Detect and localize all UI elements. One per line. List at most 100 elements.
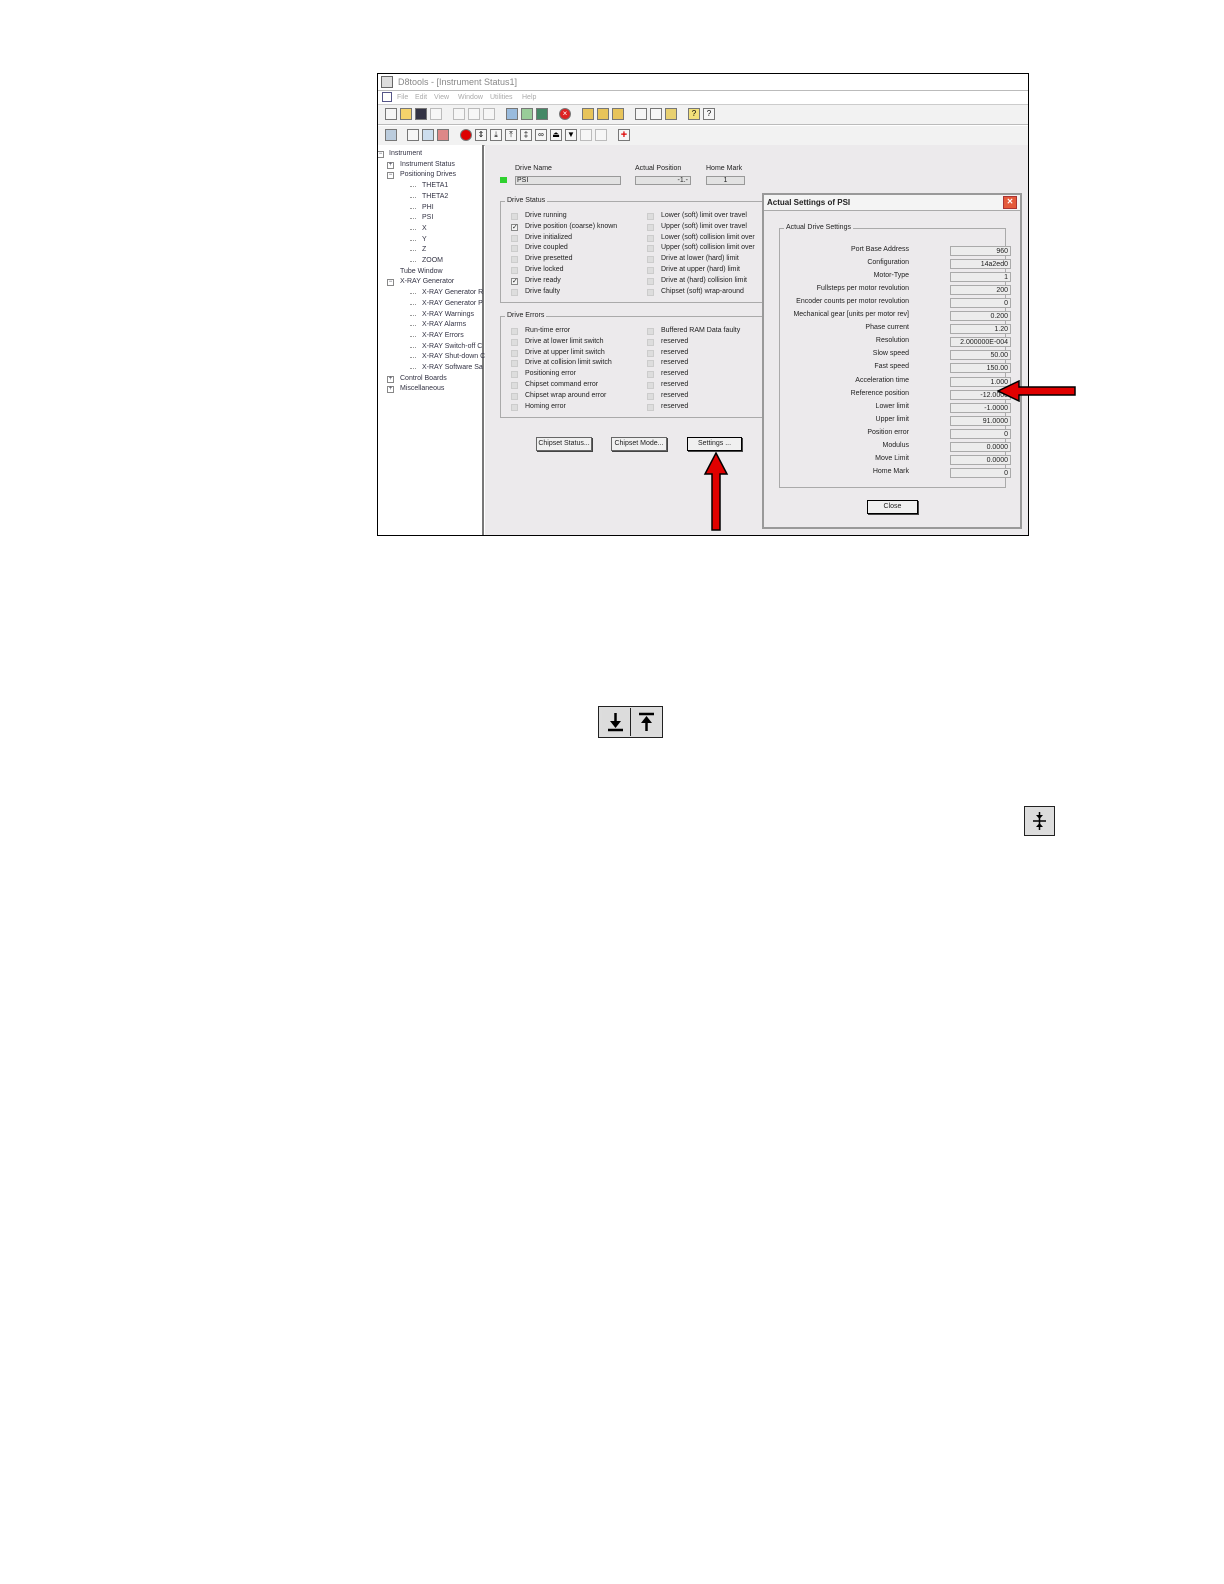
save-icon[interactable] [415,108,427,120]
tree-item[interactable]: THETA2 [422,193,448,200]
menu-window[interactable]: Window [458,94,483,101]
search-icon[interactable] [665,108,677,120]
open-folder-icon[interactable] [400,108,412,120]
tree-expander-icon[interactable]: − [387,172,394,180]
setting-value: 14a2ed0 [950,259,1011,270]
tree-expander-icon[interactable]: + [387,375,394,383]
tree-item[interactable]: PHI [422,204,434,211]
tree-item[interactable]: Instrument Status [400,161,455,168]
move-up-down-icon[interactable]: ⇕ [475,129,487,141]
setting-value: 960 [950,246,1011,256]
stop-icon[interactable]: × [559,108,571,120]
menu-view[interactable]: View [434,94,449,101]
list-item-label: Buffered RAM Data faulty [661,327,741,334]
tree-expander-icon[interactable]: − [387,279,394,287]
upper-limit-icon[interactable]: ⤒ [505,129,517,141]
report-icon[interactable] [650,108,662,120]
tree-connector [410,335,416,337]
tree-item[interactable]: X-RAY Alarms [422,321,466,328]
tree-item[interactable]: ZOOM [422,257,443,264]
step-plus-icon[interactable] [580,129,592,141]
list-item-label: reserved [661,381,689,388]
tree-item[interactable]: X-RAY Generator R [422,289,483,296]
paste-icon[interactable] [483,108,495,120]
indicator-box [647,328,654,335]
arrow-up-icon [703,452,729,531]
chipset-status-button[interactable]: Chipset Status... [536,437,592,451]
chipset-mode-button[interactable]: Chipset Mode... [611,437,667,451]
reference-icon[interactable]: ‡ [520,129,532,141]
tree-item[interactable]: THETA1 [422,182,448,189]
move-to-lower-limit-icon [602,710,629,734]
cut-icon[interactable] [453,108,465,120]
close-button[interactable]: Close [867,500,918,514]
menu-file[interactable]: File [397,94,408,101]
list-item-label: Upper (soft) limit over travel [661,222,747,230]
scan-icon[interactable] [521,108,533,120]
measure-icon[interactable] [635,108,647,120]
indicator-box [511,234,518,242]
settings-button[interactable]: Settings ... [687,437,742,451]
tree-expander-icon[interactable]: + [387,161,394,169]
tree-item[interactable]: X-RAY Software Sa [422,364,483,371]
tree-connector [410,314,416,316]
add-icon[interactable]: + [618,129,630,141]
menu-utilities[interactable]: Utilities [490,94,513,101]
tree-item[interactable]: Control Boards [400,375,447,382]
setting-value: 0 [950,467,1011,478]
tree-item[interactable]: X [422,225,427,232]
tree-item[interactable]: Y [422,236,427,243]
drive-toolbar: ⇕ ⤓ ⤒ ‡ ∞ ⏏ ▼ + [378,126,1028,146]
tool-b-icon[interactable] [422,129,434,141]
record-icon[interactable] [460,129,472,141]
tree-item[interactable]: X-RAY Warnings [422,311,474,318]
setting-value: 1.20 [950,324,1011,335]
close-icon[interactable]: ✕ [1003,196,1017,209]
tree-item[interactable]: Positioning Drives [400,171,456,178]
drive-panel: Drive Name PSI Actual Position -1.- Home… [485,145,1028,535]
help-icon[interactable]: ? [688,108,700,120]
context-help-icon[interactable]: ? [703,108,715,120]
tool-c-icon[interactable] [437,129,449,141]
drive-select-icon[interactable] [385,129,397,141]
indicator-box [647,338,654,346]
print-icon[interactable] [430,108,442,120]
doc-icon [382,92,392,102]
instrument-icon[interactable] [506,108,518,120]
tree-item[interactable]: X-RAY Errors [422,332,464,339]
tree-item[interactable]: Miscellaneous [400,385,444,392]
menu-help[interactable]: Help [522,94,536,101]
infinity-icon[interactable]: ∞ [535,129,547,141]
tree-item[interactable]: X-RAY Generator P [422,300,483,307]
tree-item[interactable]: X-RAY Switch-off C [422,343,482,350]
tree-item[interactable]: PSI [422,214,433,221]
tree-connector [410,261,416,262]
arrow-left-icon [997,380,1076,402]
move-to-upper-limit-icon [633,710,660,734]
home-mark-value: 1 [723,177,728,184]
open-file-3-icon[interactable] [612,108,624,120]
menu-edit[interactable]: Edit [415,94,427,101]
lower-limit-icon[interactable]: ⤓ [490,129,502,141]
goniometer-icon[interactable] [536,108,548,120]
step-minus-icon[interactable] [595,129,607,141]
eject-icon[interactable]: ⏏ [550,129,562,141]
setting-value: 91.0000 [950,415,1011,426]
tree-item[interactable]: Z [422,246,426,253]
tree-item[interactable]: Tube Window [400,268,443,275]
tool-a-icon[interactable] [407,129,419,141]
open-file-icon[interactable] [582,108,594,120]
new-file-icon[interactable] [385,108,397,120]
tree-item[interactable]: X-RAY Generator [400,278,454,285]
tree-expander-icon[interactable]: + [387,386,394,394]
down-icon[interactable]: ▼ [565,129,577,141]
indicator-box [511,328,518,335]
drive-name-field: PSI [515,176,621,185]
copy-icon[interactable] [468,108,480,120]
tree-item[interactable]: X-RAY Shut-down C [422,353,485,360]
tree-expander-icon[interactable]: − [378,151,384,158]
open-file-2-icon[interactable] [597,108,609,120]
tree-item[interactable]: Instrument [389,150,422,157]
indicator-box [511,360,518,368]
indicator-box [511,245,518,253]
